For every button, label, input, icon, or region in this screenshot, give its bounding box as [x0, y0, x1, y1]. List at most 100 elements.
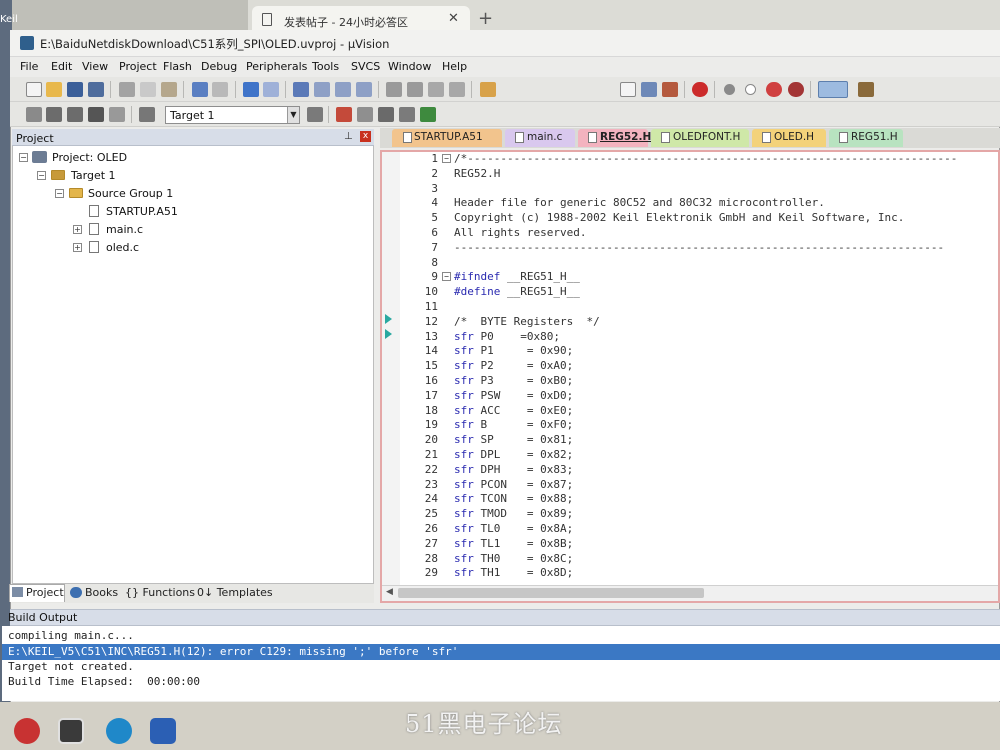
manage-rte-icon[interactable]	[378, 107, 394, 122]
unindent-icon[interactable]	[407, 82, 423, 97]
code-line[interactable]: 12 /* BYTE Registers */	[400, 315, 1000, 330]
tab-books[interactable]: Books	[85, 586, 118, 599]
comment-icon[interactable]	[428, 82, 444, 97]
code-line[interactable]: 20 sfr SP = 0x81;	[400, 433, 1000, 448]
open-folder-icon[interactable]	[46, 82, 62, 97]
window-layout-icon[interactable]	[818, 81, 848, 98]
code-line[interactable]: 2 REG52.H	[400, 167, 1000, 182]
collapse-icon[interactable]: −	[37, 171, 46, 180]
code-line[interactable]: 7 ---------------------------------------…	[400, 241, 1000, 256]
scroll-left-icon[interactable]: ◀	[386, 587, 393, 597]
build-line-error[interactable]: E:\KEIL_V5\C51\INC\REG51.H(12): error C1…	[8, 645, 458, 658]
tree-item-oled-c[interactable]: oled.c	[106, 241, 139, 254]
code-line[interactable]: 8	[400, 256, 1000, 271]
manage-project-items-icon[interactable]	[336, 107, 352, 122]
nav-back-icon[interactable]	[243, 82, 259, 97]
indent-icon[interactable]	[386, 82, 402, 97]
batch-build-icon[interactable]	[88, 107, 104, 122]
configure-icon[interactable]	[858, 82, 874, 97]
scrollbar-thumb[interactable]	[398, 588, 704, 598]
code-line[interactable]: 19 sfr B = 0xF0;	[400, 418, 1000, 433]
code-line[interactable]: 13 sfr P0 =0x80;	[400, 330, 1000, 345]
code-line[interactable]: 15 sfr P2 = 0xA0;	[400, 359, 1000, 374]
stop-build-icon[interactable]	[109, 107, 125, 122]
paste-icon[interactable]	[161, 82, 177, 97]
expand-icon[interactable]: +	[73, 243, 82, 252]
pack-installer-icon[interactable]	[420, 107, 436, 122]
collapse-icon[interactable]: −	[19, 153, 28, 162]
disable-breakpoints-icon[interactable]	[766, 82, 782, 97]
tree-item-main-c[interactable]: main.c	[106, 223, 143, 236]
save-all-icon[interactable]	[88, 82, 104, 97]
tree-item-target[interactable]: Target 1	[71, 169, 116, 182]
bookmark-icon[interactable]	[293, 82, 309, 97]
copy-icon[interactable]	[140, 82, 156, 97]
uncomment-icon[interactable]	[449, 82, 465, 97]
menu-project[interactable]: Project	[119, 60, 157, 73]
select-packs-icon[interactable]	[357, 107, 373, 122]
cut-icon[interactable]	[119, 82, 135, 97]
menu-svcs[interactable]: SVCS	[351, 60, 380, 73]
tree-item-project[interactable]: Project: OLED	[52, 151, 127, 164]
code-line[interactable]: 5 Copyright (c) 1988-2002 Keil Elektronik…	[400, 211, 1000, 226]
find-in-files-icon[interactable]	[480, 82, 496, 97]
keil-taskbar-icon[interactable]	[58, 718, 84, 744]
code-line[interactable]: 10 #define __REG51_H__	[400, 285, 1000, 300]
download-icon[interactable]	[139, 107, 155, 122]
tab-project[interactable]: Project	[26, 586, 64, 599]
collapse-icon[interactable]: −	[55, 189, 64, 198]
undo-icon[interactable]	[192, 82, 208, 97]
translate-icon[interactable]	[26, 107, 42, 122]
nav-forward-icon[interactable]	[263, 82, 279, 97]
code-line[interactable]: 24 sfr TCON = 0x88;	[400, 492, 1000, 507]
target-options-icon[interactable]	[307, 107, 323, 122]
tree-item-source-group[interactable]: Source Group 1	[88, 187, 173, 200]
code-line[interactable]: 11	[400, 300, 1000, 315]
close-icon[interactable]: x	[360, 131, 371, 142]
code-line[interactable]: 6 All rights reserved.	[400, 226, 1000, 241]
tab-functions[interactable]: {} Functions	[125, 586, 195, 599]
code-line[interactable]: 27 sfr TL1 = 0x8B;	[400, 537, 1000, 552]
chevron-down-icon[interactable]: ▼	[287, 107, 299, 123]
find-icon[interactable]	[641, 82, 657, 97]
code-line[interactable]: 4 Header file for generic 80C52 and 80C32…	[400, 196, 1000, 211]
code-line[interactable]: 28 sfr TH0 = 0x8C;	[400, 552, 1000, 567]
menu-tools[interactable]: Tools	[312, 60, 339, 73]
close-icon[interactable]: ✕	[448, 11, 459, 26]
rebuild-icon[interactable]	[67, 107, 83, 122]
menu-debug[interactable]: Debug	[201, 60, 237, 73]
breakpoint-icon[interactable]	[724, 84, 735, 95]
prev-bookmark-icon[interactable]	[314, 82, 330, 97]
code-line[interactable]: 25 sfr TMOD = 0x89;	[400, 507, 1000, 522]
menu-peripherals[interactable]: Peripherals	[246, 60, 307, 73]
code-line[interactable]: 22 sfr DPH = 0x83;	[400, 463, 1000, 478]
word-icon[interactable]	[150, 718, 176, 744]
fold-icon[interactable]: −	[442, 154, 451, 163]
code-line[interactable]: 9− #ifndef __REG51_H__	[400, 270, 1000, 285]
next-bookmark-icon[interactable]	[335, 82, 351, 97]
menu-window[interactable]: Window	[388, 60, 431, 73]
pin-icon[interactable]: ⊥	[344, 131, 353, 142]
menu-file[interactable]: File	[20, 60, 38, 73]
tools-icon[interactable]	[662, 82, 678, 97]
edge-browser-icon[interactable]	[106, 718, 132, 744]
code-line[interactable]: 21 sfr DPL = 0x82;	[400, 448, 1000, 463]
fold-icon[interactable]: −	[442, 272, 451, 282]
editor-gutter[interactable]	[382, 152, 400, 585]
new-tab-button[interactable]: +	[478, 8, 493, 29]
build-output-panel[interactable]	[2, 626, 1000, 701]
menu-flash[interactable]: Flash	[163, 60, 192, 73]
new-file-icon[interactable]	[26, 82, 42, 97]
clear-bookmarks-icon[interactable]	[356, 82, 372, 97]
tree-item-startup[interactable]: STARTUP.A51	[106, 205, 178, 218]
code-line[interactable]: 23 sfr PCON = 0x87;	[400, 478, 1000, 493]
menu-view[interactable]: View	[82, 60, 108, 73]
expand-icon[interactable]: +	[73, 225, 82, 234]
event-recorder-icon[interactable]	[399, 107, 415, 122]
save-icon[interactable]	[67, 82, 83, 97]
code-line[interactable]: 18 sfr ACC = 0xE0;	[400, 404, 1000, 419]
tab-templates[interactable]: 0↓ Templates	[197, 586, 273, 599]
app-icon-red[interactable]	[14, 718, 40, 744]
code-line[interactable]: 16 sfr P3 = 0xB0;	[400, 374, 1000, 389]
menu-help[interactable]: Help	[442, 60, 467, 73]
